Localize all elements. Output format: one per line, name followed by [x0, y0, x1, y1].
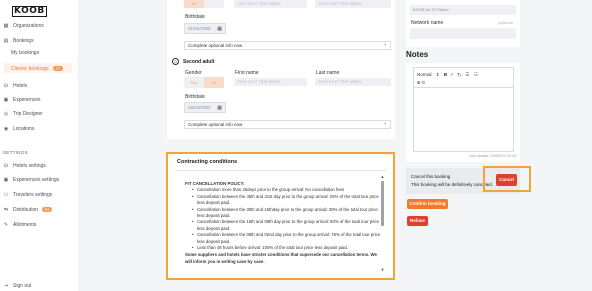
cancel-button[interactable]: Cancel — [496, 174, 517, 186]
settings-section-label: SETTINGS — [3, 150, 28, 155]
wrench-icon: ✎ — [3, 221, 9, 228]
second-adult-header: ☺ Second adult — [172, 58, 215, 65]
sidebar-item-organizations[interactable]: ▦ Organizations — [3, 21, 44, 30]
italic-icon[interactable]: I — [451, 72, 452, 77]
network-name-label: Network name — [411, 20, 444, 26]
conditions-text[interactable]: FIT CANCELLATION POLICY: Cancellation mo… — [185, 181, 381, 270]
chevron-right-icon: › — [384, 42, 386, 48]
table-icon[interactable]: ⊞ — [417, 80, 420, 85]
sidebar-item-experiences-settings[interactable]: ▣ Experiences settings — [3, 175, 60, 184]
second-adult-lastname-input[interactable]: TEST EDIT TRIP MARG — [315, 78, 391, 86]
sidebar-item-clients-bookings[interactable]: Clients' bookings 27 — [11, 64, 64, 73]
bed-icon: ⊟ — [3, 82, 9, 89]
notes-card: Normal ⇕ B I Tₓ ☰ ☷ ⊞ ⊡ Last update: 13/… — [406, 63, 520, 162]
first-adult-lastname-input[interactable]: TEST EDIT TRIP MARG — [315, 0, 391, 8]
user-icon: ☺ — [172, 58, 179, 65]
first-adult-birthdate-input[interactable]: 01/01/2000 ▦ — [184, 23, 226, 34]
scroll-up-icon[interactable]: ▲ — [380, 174, 385, 179]
notes-editor[interactable]: Normal ⇕ B I Tₓ ☰ ☷ ⊞ ⊡ — [413, 67, 514, 152]
contracting-conditions-panel: Contracting conditions FIT CANCELLATION … — [166, 152, 395, 280]
second-adult-gender-toggle[interactable]: Mrs Mr — [184, 77, 224, 88]
policy-line: Cancellation between the 15th and 09th d… — [192, 219, 381, 232]
policy-line: Less than 48 hours before arrival: 100% … — [192, 245, 381, 252]
chevron-right-icon: › — [384, 121, 386, 127]
cancel-description: This booking will be definitively cancel… — [411, 182, 494, 187]
policy-footer: Some suppliers and hotels have stricter … — [185, 252, 377, 264]
conditions-scrollbar[interactable]: ▲ ▼ — [380, 174, 385, 272]
scroll-down-icon[interactable]: ▼ — [380, 267, 385, 272]
sidebar-item-allotments[interactable]: ✎ Allotments — [3, 220, 36, 229]
policy-line: Cancellation between the 30th and 16thda… — [192, 207, 381, 220]
chevron-down-icon[interactable]: ⇕ — [436, 72, 440, 77]
booking-info-card: KOOB for TO Demo Network name Optional — [406, 0, 520, 47]
clear-format-icon[interactable]: Tₓ — [457, 72, 461, 77]
scrollbar-thumb[interactable] — [381, 181, 384, 226]
firstname-label: First name — [235, 70, 259, 76]
sidebar-item-distribution[interactable]: ⇆ Distribution 51 — [3, 205, 53, 214]
refuse-button[interactable]: Refuse — [407, 216, 428, 226]
grid-icon: ▤ — [3, 37, 9, 44]
travelers-form: Mr TEST EDIT TRIP MARG TEST EDIT TRIP MA… — [167, 0, 395, 139]
gender-option-mr[interactable]: Mr — [184, 0, 204, 8]
optional-hint: Optional — [498, 20, 513, 25]
users-icon: ⚇ — [3, 191, 9, 198]
network-name-input[interactable] — [410, 28, 516, 39]
second-adult-birthdate-input[interactable]: 02/02/2002 ▦ — [184, 102, 226, 113]
second-adult-firstname-input[interactable]: TEST EDIT TRIP MARG — [234, 78, 307, 86]
gender-option-mrs[interactable] — [204, 0, 224, 8]
count-badge: 51 — [42, 207, 53, 212]
logout-icon: ⇥ — [3, 282, 9, 289]
building-icon: ▦ — [3, 22, 9, 29]
first-adult-birthdate-label: Birthdate — [185, 14, 206, 20]
gender-option-mrs[interactable]: Mrs — [184, 77, 204, 88]
koob-logo[interactable]: KOOB — [12, 3, 47, 17]
policy-list: Cancellation more than 45days prior to t… — [185, 187, 381, 251]
sidebar-item-trip-designer[interactable]: ◎ Trip Designer — [3, 109, 43, 118]
compass-icon: ◎ — [3, 110, 9, 117]
sidebar-item-locations[interactable]: ◉ Locations — [3, 124, 35, 133]
gender-label: Gender — [185, 70, 202, 76]
cancel-title: Cancel this booking — [411, 174, 451, 179]
gender-option-mr[interactable]: Mr — [204, 77, 224, 88]
calendar-icon: ▦ — [217, 105, 222, 111]
share-icon: ⇆ — [3, 206, 9, 213]
sidebar-item-hotels[interactable]: ⊟ Hotels — [3, 81, 27, 90]
first-adult-firstname-input[interactable]: TEST EDIT TRIP MARG — [234, 0, 307, 8]
divider — [175, 170, 386, 171]
sidebar-item-experiences[interactable]: ▣ Experiences — [3, 95, 41, 104]
first-adult-gender-toggle[interactable]: Mr — [184, 0, 224, 8]
location-icon: ◉ — [3, 125, 9, 132]
ordered-list-icon[interactable]: ☰ — [465, 72, 469, 77]
policy-line: Cancellation between the 08th and 02nd d… — [192, 232, 381, 245]
sidebar-item-hotels-settings[interactable]: ⊟ Hotels settings — [3, 161, 46, 170]
style-select[interactable]: Normal — [417, 72, 432, 77]
bold-icon[interactable]: B — [444, 72, 447, 77]
image-icon[interactable]: ⊡ — [421, 80, 424, 85]
second-adult-optional-info[interactable]: Complete optional info now › — [184, 120, 391, 129]
second-adult-birthdate-label: Birthdate — [185, 94, 206, 100]
sidebar-item-travelers-settings[interactable]: ⚇ Travelers settings — [3, 190, 53, 199]
policy-line: Cancellation between the 45th and 31st d… — [192, 194, 381, 207]
lastname-label: Last name — [316, 70, 340, 76]
editor-divider — [414, 87, 513, 88]
sidebar-item-bookings[interactable]: ▤ Bookings — [3, 36, 34, 45]
sidebar-item-my-bookings[interactable]: My bookings — [11, 48, 39, 57]
calendar-icon: ▦ — [217, 26, 222, 32]
contracting-conditions-title: Contracting conditions — [177, 159, 238, 165]
organization-field[interactable]: KOOB for TO Demo — [410, 5, 516, 15]
image-icon: ▣ — [3, 96, 9, 103]
confirm-booking-button[interactable]: Confirm booking — [407, 199, 448, 209]
first-adult-optional-info[interactable]: Complete optional info now › — [184, 41, 391, 50]
sign-out-link[interactable]: ⇥ Sign out — [3, 281, 31, 290]
editor-toolbar-row2: ⊞ ⊡ — [417, 80, 425, 85]
editor-toolbar: Normal ⇕ B I Tₓ ☰ ☷ — [417, 72, 478, 78]
sidebar: KOOB ▦ Organizations ▤ Bookings My booki… — [0, 0, 79, 291]
image-icon: ▣ — [3, 176, 9, 183]
bed-icon: ⊟ — [3, 162, 9, 169]
last-update-text: Last update: 13/05/23 00:15 — [468, 154, 516, 158]
count-badge: 27 — [52, 66, 64, 71]
notes-title: Notes — [406, 50, 429, 59]
bullet-list-icon[interactable]: ☷ — [474, 72, 478, 77]
